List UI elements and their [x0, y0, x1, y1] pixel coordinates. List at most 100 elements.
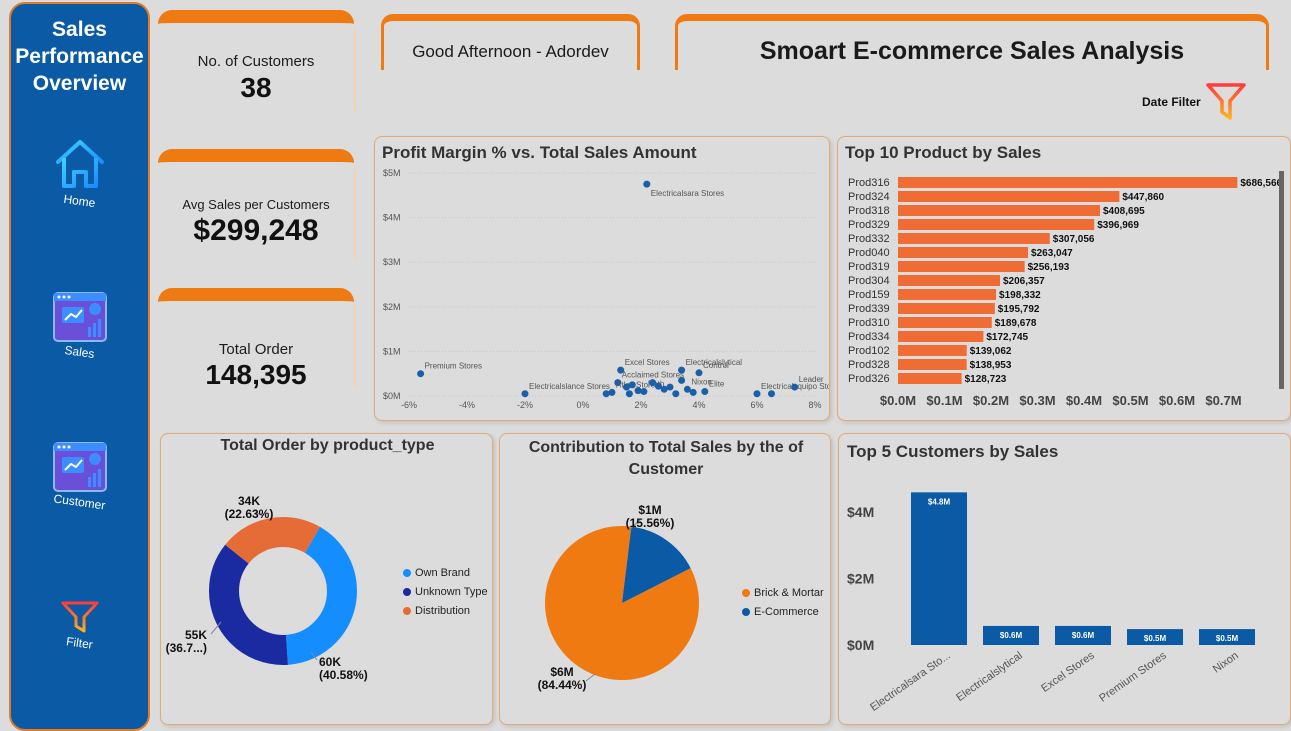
bar-value-label: $0.5M [1216, 634, 1239, 643]
x-tick-label: 8% [808, 400, 821, 410]
scrollbar[interactable] [1279, 171, 1284, 389]
bar [898, 233, 1050, 244]
top-customers-card: Top 5 Customers by Sales $0M $2M $4M $4.8M E… [838, 433, 1291, 725]
donut-pct-label: (22.63%) [225, 507, 274, 521]
donut-value-label: 34K [238, 494, 260, 508]
x-tick-label: $0.1M [926, 393, 962, 408]
bar-value-label: $408,695 [1103, 206, 1145, 217]
kpi-orders-card: Total Order 148,395 [158, 288, 356, 390]
scatter-point-label: Excel Stores [625, 358, 670, 367]
y-tick-label: $4M [847, 504, 874, 520]
bar-value-label: $0.5M [1144, 634, 1167, 643]
kpi-customers-card: No. of Customers 38 [158, 10, 356, 110]
bar-category-label: Prod304 [848, 275, 890, 287]
x-tick-label: $0.5M [1112, 393, 1148, 408]
x-tick-label: -6% [401, 400, 417, 410]
bar [911, 492, 967, 645]
x-tick-label: 2% [634, 400, 647, 410]
bar-value-label: $138,953 [970, 360, 1012, 371]
pie-pct-label: (84.44%) [538, 678, 587, 692]
scatter-point-label: Electricalsara Stores [651, 189, 724, 198]
bar [898, 331, 984, 342]
bar [898, 177, 1238, 188]
donut-card: Total Order by product_type 60K (40.58%) 5… [160, 433, 493, 725]
bar-value-label: $4.8M [928, 497, 951, 506]
top-products-card: Top 10 Product by Sales Prod316 $686,566 P… [837, 136, 1291, 421]
x-tick-label: $0.4M [1066, 393, 1102, 408]
legend-item-e-commerce[interactable]: E-Commerce [742, 602, 824, 621]
kpi-avg-sales-label: Avg Sales per Customers [182, 197, 330, 212]
bar-value-label: $139,062 [970, 346, 1012, 357]
nav-home[interactable]: Home [11, 136, 148, 210]
bar-category-label: Prod319 [848, 261, 890, 273]
legend-label: Brick & Mortar [754, 586, 824, 599]
bar-category-label: Prod332 [848, 233, 890, 245]
bar [898, 317, 992, 328]
scatter-point [672, 390, 680, 398]
scatter-point [753, 390, 761, 398]
legend-label: Distribution [415, 604, 471, 617]
pie-chart: $6M(84.44%) $1M(15.56%) [538, 503, 699, 692]
bar [898, 289, 997, 300]
bar-value-label: $307,056 [1053, 234, 1095, 245]
scatter-point [791, 383, 799, 391]
sidebar-title-line: Overview [32, 72, 127, 95]
scatter-point [643, 180, 651, 188]
kpi-avg-sales-card: Avg Sales per Customers $299,248 [158, 149, 356, 259]
x-tick-label: 6% [750, 400, 763, 410]
legend-label: Own Brand [415, 566, 471, 579]
x-tick-label: 4% [692, 400, 705, 410]
legend-item-brick-mortar[interactable]: Brick & Mortar [742, 583, 824, 602]
scatter-point [695, 369, 703, 377]
kpi-avg-sales-value: $299,248 [193, 214, 319, 247]
scatter-point [625, 390, 633, 398]
donut-pct-label: (36.7...) [166, 641, 207, 655]
nav-filter[interactable]: Filter [11, 600, 148, 652]
y-tick-label: $4M [383, 213, 401, 223]
sidebar: Sales Performance Overview Home Sales Cu… [9, 2, 150, 731]
page-title: Smoart E-commerce Sales Analysis [759, 37, 1185, 65]
legend-item-own-brand[interactable]: Own Brand [403, 563, 488, 582]
nav-sales[interactable]: Sales [11, 291, 148, 361]
sidebar-title: Sales Performance Overview [11, 16, 148, 97]
scatter-point-label: Premium Stores [425, 362, 482, 371]
scatter-point [608, 388, 616, 396]
bar [898, 303, 995, 314]
nav-customer[interactable]: Customer [11, 441, 148, 513]
bar-category-label: Prod339 [848, 303, 890, 315]
y-tick-label: $5M [383, 168, 401, 178]
kpi-customers-value: 38 [240, 72, 272, 103]
scatter-point-label: Control [703, 361, 729, 370]
date-filter-label: Date Filter [1142, 95, 1201, 109]
scatter-point [628, 381, 636, 389]
scatter-point [666, 383, 674, 391]
bar [898, 261, 1025, 272]
scatter-point [701, 388, 709, 396]
bar-category-label: Prod318 [848, 205, 890, 217]
x-tick-label: $0.6M [1159, 393, 1195, 408]
top-products-chart: Prod316 $686,566 Prod324 $447,860 Prod318 $40… [848, 177, 1283, 408]
pie-legend: Brick & Mortar E-Commerce [742, 583, 824, 621]
y-tick-label: $0M [383, 391, 401, 401]
pie-card: Contribution to Total Sales by the of Cu… [499, 433, 831, 725]
bar-value-label: $206,357 [1003, 276, 1045, 287]
date-filter-button[interactable]: Date Filter [1142, 82, 1247, 122]
donut-legend: Own Brand Unknown Type Distribution [403, 563, 488, 620]
bar-category-label: Prod310 [848, 317, 890, 329]
y-tick-label: $0M [847, 637, 874, 653]
bar [898, 275, 1000, 286]
legend-item-unknown-type[interactable]: Unknown Type [403, 582, 488, 601]
bar-value-label: $256,193 [1028, 262, 1070, 273]
scatter-point [521, 390, 529, 398]
filter-icon [1205, 83, 1246, 120]
bar-category-label: Prod102 [848, 345, 890, 357]
sidebar-title-line: Performance [15, 45, 144, 68]
bar-value-label: $686,566 [1240, 178, 1282, 189]
bar-value-label: $0.6M [1000, 631, 1023, 640]
sidebar-title-line: Sales [52, 18, 107, 41]
bar [898, 219, 1095, 230]
legend-item-distribution[interactable]: Distribution [403, 601, 488, 620]
bar [898, 373, 962, 384]
donut-value-label: 60K [319, 655, 341, 669]
bar-value-label: $128,723 [965, 374, 1007, 385]
